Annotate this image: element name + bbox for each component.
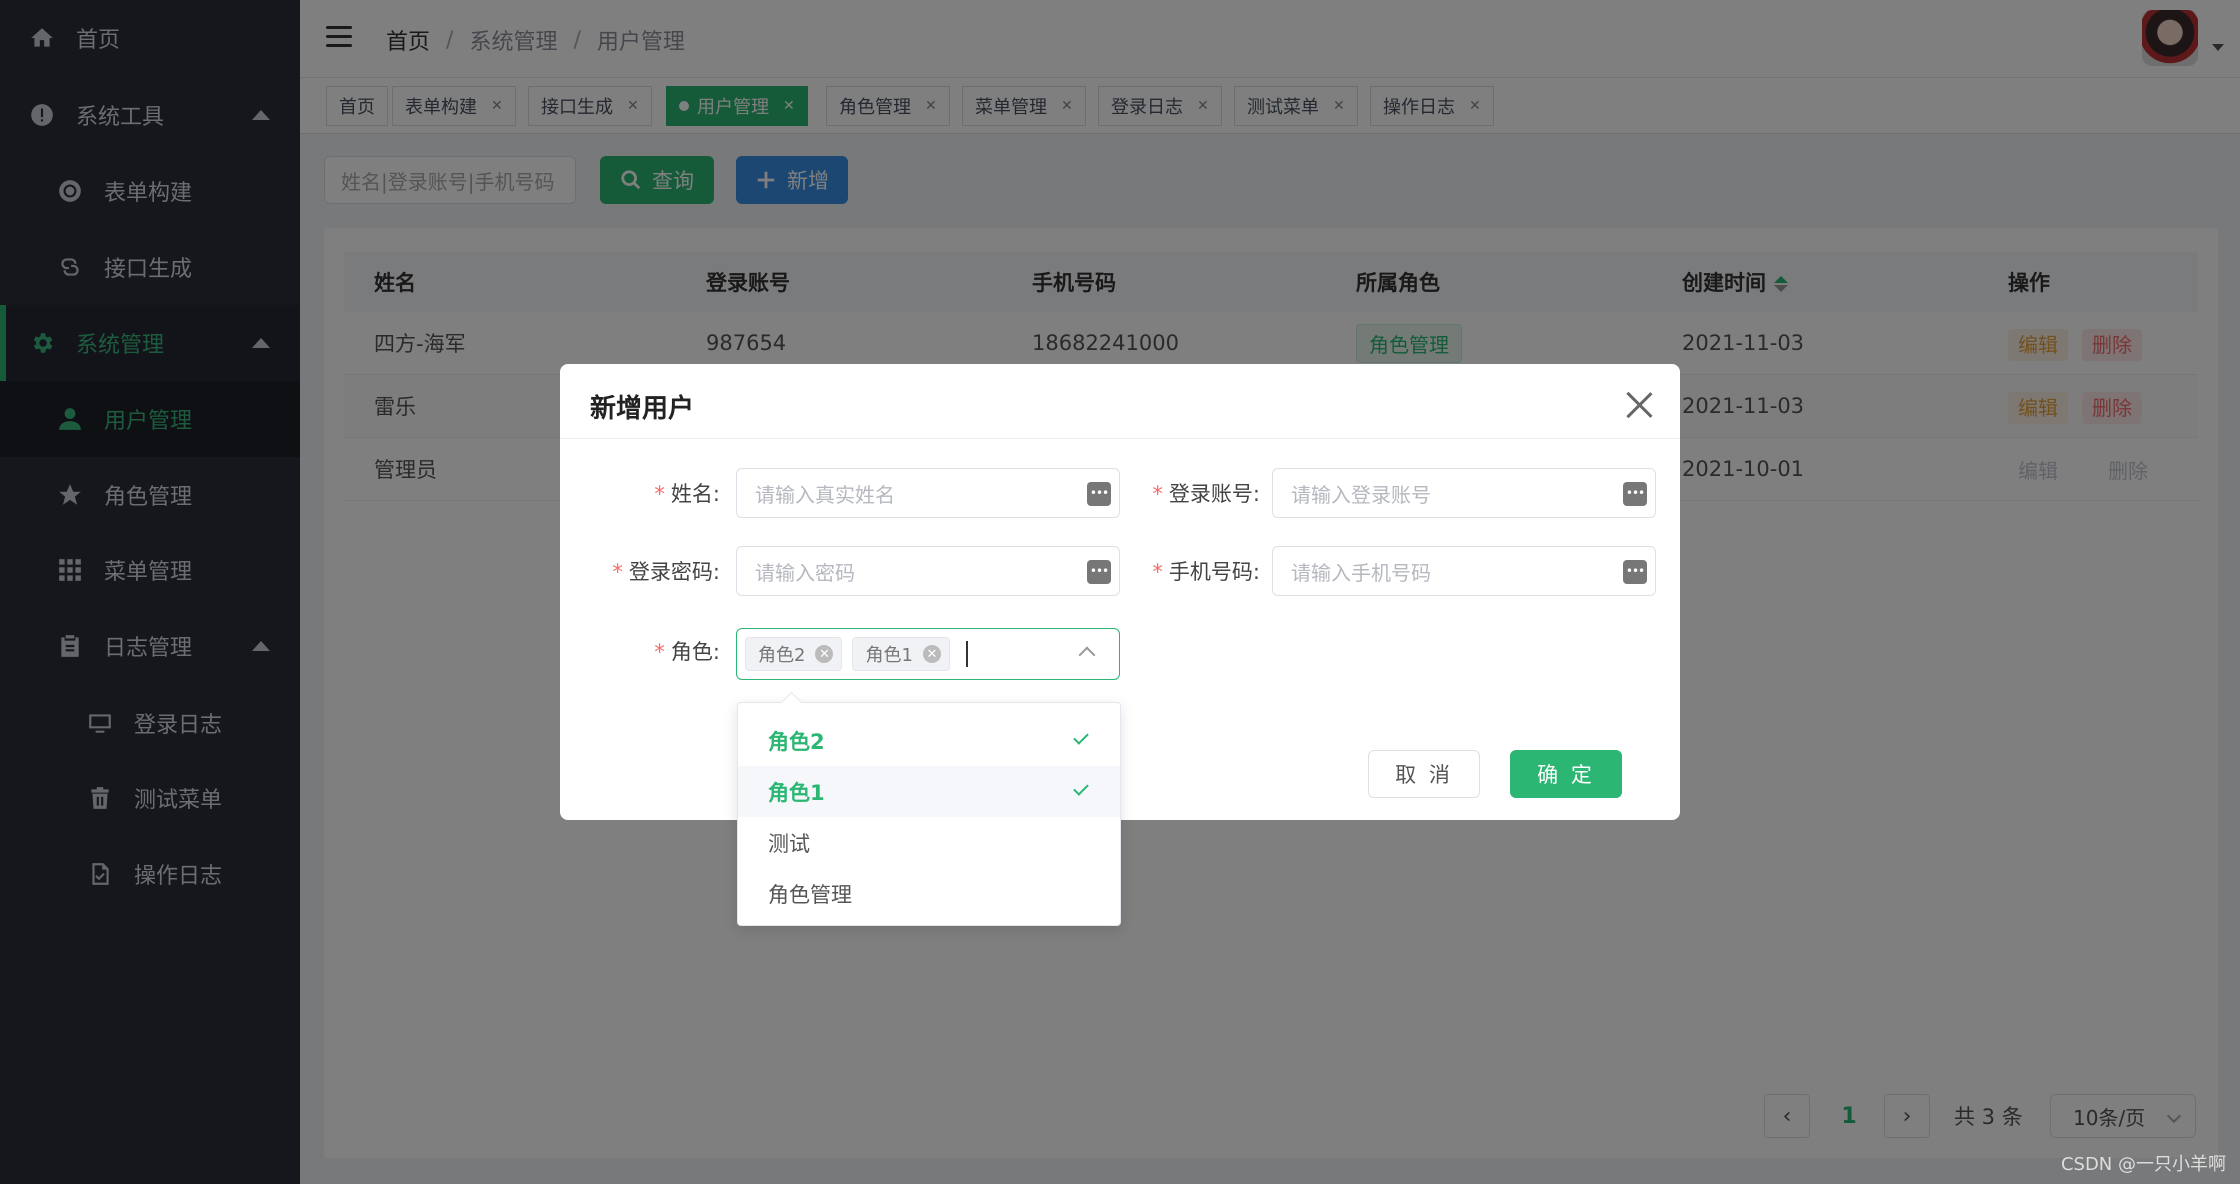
role-multiselect[interactable]: 角色2 ✕ 角色1 ✕ bbox=[736, 628, 1120, 680]
close-icon[interactable]: ✕ bbox=[922, 645, 941, 663]
dropdown-option[interactable]: 角色管理 bbox=[738, 868, 1120, 919]
role-dropdown: 角色2 角色1 测试 角色管理 bbox=[737, 702, 1121, 926]
text-cursor bbox=[965, 641, 968, 667]
watermark: CSDN @一只小羊啊 bbox=[2060, 1154, 2226, 1175]
confirm-button[interactable]: 确 定 bbox=[1510, 750, 1622, 798]
cancel-button[interactable]: 取 消 bbox=[1368, 750, 1480, 798]
role-chip: 角色2 ✕ bbox=[745, 637, 843, 671]
dropdown-option[interactable]: 角色1 bbox=[738, 766, 1120, 817]
phone-label: * 手机号码: bbox=[1152, 560, 1260, 584]
role-chip: 角色1 ✕ bbox=[852, 637, 950, 671]
keyboard-icon: ••• bbox=[1623, 482, 1647, 506]
dialog-title: 新增用户 bbox=[590, 394, 695, 424]
account-field[interactable]: 请输入登录账号 ••• bbox=[1272, 468, 1656, 518]
role-label: * 角色: bbox=[654, 640, 720, 664]
keyboard-icon: ••• bbox=[1623, 560, 1647, 584]
dropdown-option[interactable]: 角色2 bbox=[738, 715, 1120, 766]
close-icon[interactable] bbox=[1624, 390, 1654, 420]
dropdown-option[interactable]: 测试 bbox=[738, 817, 1120, 868]
chevron-up-icon[interactable] bbox=[1078, 646, 1096, 664]
account-label: * 登录账号: bbox=[1152, 482, 1260, 506]
phone-field[interactable]: 请输入手机号码 ••• bbox=[1272, 546, 1656, 596]
name-label: * 姓名: bbox=[654, 482, 720, 506]
check-icon bbox=[1073, 780, 1089, 796]
password-label: * 登录密码: bbox=[612, 560, 720, 584]
close-icon[interactable]: ✕ bbox=[815, 645, 834, 663]
check-icon bbox=[1073, 729, 1089, 745]
